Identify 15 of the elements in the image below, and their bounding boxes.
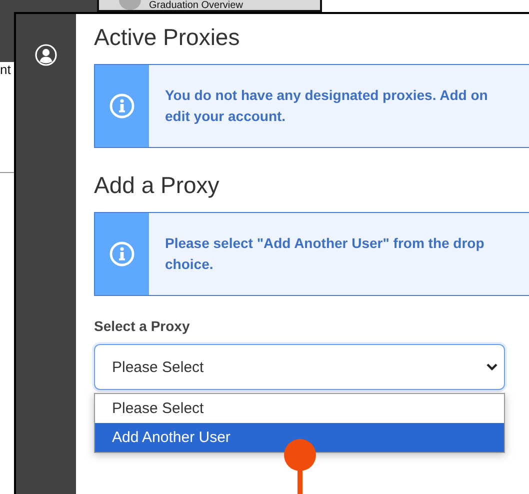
section-heading: Add a Proxy — [94, 171, 220, 200]
user-icon[interactable] — [35, 44, 57, 66]
info-icon — [109, 93, 135, 119]
section-heading: Active Proxies — [94, 23, 241, 52]
dropdown-option[interactable]: Add Another User — [95, 423, 504, 452]
cut-text: nt — [0, 62, 11, 77]
info-icon — [109, 241, 135, 267]
alert-message: Please select "Add Another User" from the drop choice. — [164, 234, 484, 274]
alert-message: You do not have any designated proxies. Add on edit your account. — [164, 86, 488, 126]
proxy-select[interactable]: Please Select — [94, 344, 505, 390]
dropdown-option[interactable]: Please Select — [95, 394, 504, 423]
avatar-icon — [119, 0, 141, 10]
field-label: Select a Proxy — [94, 318, 191, 334]
pointer-marker — [283, 438, 317, 494]
chevron-down-icon — [486, 363, 498, 371]
